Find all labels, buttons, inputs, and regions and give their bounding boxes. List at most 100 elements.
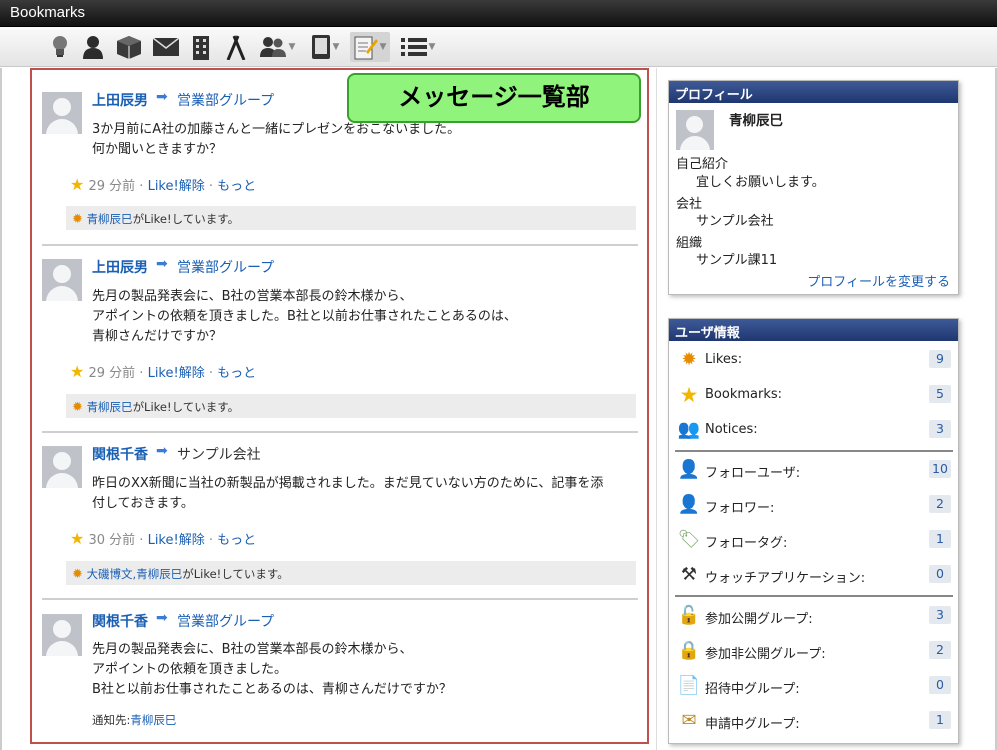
star-icon[interactable]: ★: [70, 175, 84, 194]
section-divider: [675, 595, 953, 597]
star-icon[interactable]: ★: [70, 362, 84, 381]
intro-value: 宜しくお願いします。: [696, 175, 825, 190]
row-count[interactable]: 1: [929, 530, 951, 548]
row-count[interactable]: 9: [929, 350, 951, 368]
more-link[interactable]: もっと: [217, 179, 256, 194]
liked-suffix: がLike!しています。: [132, 400, 240, 414]
envelope-icon: ✉: [681, 710, 697, 731]
row-count[interactable]: 0: [929, 676, 951, 694]
user-info-panel: ユーザ情報 ✹ Likes: 9 ★ Bookmarks: 5 👥 Notice…: [668, 318, 959, 744]
applying-groups-row[interactable]: ✉ 申請中グループ: 1: [675, 709, 951, 733]
mail-icon[interactable]: [152, 32, 180, 62]
author-link[interactable]: 関根千香: [92, 444, 148, 464]
message-meta: ★ 30 分前 · Like!解除 · もっと: [70, 529, 257, 548]
star-icon[interactable]: ★: [70, 529, 84, 548]
message-item: 関根千香 ➡ サンプル会社 昨日のXX新聞に当社の新製品が掲載されました。まだ見…: [42, 442, 638, 600]
lightbulb-icon[interactable]: [48, 32, 72, 62]
edit-profile-link[interactable]: プロフィールを変更する: [807, 271, 950, 290]
row-count[interactable]: 0: [929, 565, 951, 583]
window-titlebar: Bookmarks: [0, 0, 997, 27]
liked-by-link[interactable]: 青柳辰巳: [87, 212, 133, 226]
like-summary: ✹ 青柳辰巳がLike!しています。: [66, 394, 636, 418]
unlock-icon: 🔓: [677, 605, 701, 626]
liked-by-link[interactable]: 青柳辰巳: [87, 400, 133, 414]
device-icon[interactable]: ▼: [306, 32, 344, 62]
profile-name: 青柳辰巳: [729, 113, 783, 129]
row-label: Likes:: [705, 352, 743, 367]
private-groups-row[interactable]: 🔒 参加非公開グループ: 2: [675, 639, 951, 663]
message-item: 上田辰男 ➡ 営業部グループ 先月の製品発表会に、B社の営業本部長の鈴木様から、…: [42, 255, 638, 433]
target-group-link[interactable]: 営業部グループ: [177, 257, 274, 277]
timestamp: 30 分前: [88, 533, 136, 548]
follow-tags-row[interactable]: 🏷 フォロータグ: 1: [675, 528, 951, 552]
followers-row[interactable]: 👤 フォロワー: 2: [675, 493, 951, 517]
author-link[interactable]: 上田辰男: [92, 90, 148, 110]
building-icon[interactable]: [190, 32, 212, 62]
row-count[interactable]: 3: [929, 420, 951, 438]
target-company-link[interactable]: サンプル会社: [177, 444, 261, 464]
timestamp: 29 分前: [88, 366, 136, 381]
notice-label: 通知先:: [92, 713, 131, 727]
divider: [42, 598, 638, 600]
row-count[interactable]: 2: [929, 495, 951, 513]
follower-icon: 👤: [677, 494, 701, 515]
list-icon[interactable]: ▼: [398, 32, 438, 62]
row-label: フォロータグ:: [705, 536, 788, 551]
message-body: 先月の製品発表会に、B社の営業本部長の鈴木様から、 アポイントの依頼を頂きました…: [92, 289, 517, 344]
bookmarks-row[interactable]: ★ Bookmarks: 5: [675, 383, 951, 407]
group-icon[interactable]: ▼: [258, 32, 296, 62]
row-label: 招待中グループ:: [705, 682, 800, 697]
toolbar: ▼ ▼ ▼ ▼: [0, 27, 997, 67]
callout-label: メッセージ一覧部: [347, 73, 641, 123]
column-divider: [656, 68, 657, 750]
avatar[interactable]: [42, 92, 82, 134]
target-group-link[interactable]: 営業部グループ: [177, 611, 274, 631]
row-count[interactable]: 3: [929, 606, 951, 624]
row-label: 申請中グループ:: [705, 717, 800, 732]
target-group-link[interactable]: 営業部グループ: [177, 90, 274, 110]
avatar[interactable]: [42, 446, 82, 488]
watch-apps-row[interactable]: ⚒ ウォッチアプリケーション: 0: [675, 563, 951, 587]
row-count[interactable]: 1: [929, 711, 951, 729]
profile-avatar[interactable]: [676, 110, 714, 150]
row-label: 参加公開グループ:: [705, 612, 813, 627]
row-label: Notices:: [705, 422, 758, 437]
unlike-link[interactable]: Like!解除: [148, 366, 205, 381]
more-link[interactable]: もっと: [217, 533, 256, 548]
star-icon: ★: [679, 383, 699, 407]
public-groups-row[interactable]: 🔓 参加公開グループ: 3: [675, 604, 951, 628]
row-count[interactable]: 10: [929, 460, 951, 478]
author-link[interactable]: 上田辰男: [92, 257, 148, 277]
person-icon[interactable]: [81, 32, 105, 62]
liked-by-link[interactable]: 大磯博文,青柳辰巳: [87, 567, 183, 581]
row-label: フォローユーザ:: [705, 466, 801, 481]
follow-users-row[interactable]: 👤 フォローユーザ: 10: [675, 458, 951, 482]
message-feed[interactable]: 上田辰男 ➡ 営業部グループ 3か月前にA社の加藤さんと一緒にプレゼンをおこない…: [30, 68, 649, 744]
arrow-right-icon: ➡: [156, 256, 168, 272]
row-count[interactable]: 2: [929, 641, 951, 659]
timestamp: 29 分前: [88, 179, 136, 194]
tools-icon[interactable]: [224, 32, 248, 62]
invited-groups-row[interactable]: 📄 招待中グループ: 0: [675, 674, 951, 698]
sun-icon: ✹: [72, 400, 83, 415]
box-icon[interactable]: [115, 32, 143, 62]
row-label: Bookmarks:: [705, 387, 783, 402]
author-link[interactable]: 関根千香: [92, 611, 148, 631]
row-count[interactable]: 5: [929, 385, 951, 403]
divider: [42, 244, 638, 246]
note-pen-icon[interactable]: ▼: [350, 32, 390, 62]
unlike-link[interactable]: Like!解除: [148, 179, 205, 194]
sun-icon: ✹: [72, 567, 83, 582]
organization-value: サンプル課11: [696, 253, 778, 268]
avatar[interactable]: [42, 259, 82, 301]
more-link[interactable]: もっと: [217, 366, 256, 381]
lock-icon: 🔒: [677, 640, 701, 661]
avatar[interactable]: [42, 614, 82, 656]
notices-row[interactable]: 👥 Notices: 3: [675, 418, 951, 442]
arrow-right-icon: ➡: [156, 610, 168, 626]
notice-user-link[interactable]: 青柳辰巳: [130, 713, 176, 727]
row-label: フォロワー:: [705, 501, 775, 516]
unlike-link[interactable]: Like!解除: [148, 533, 205, 548]
people-icon: 👥: [677, 419, 701, 440]
likes-row[interactable]: ✹ Likes: 9: [675, 348, 951, 372]
